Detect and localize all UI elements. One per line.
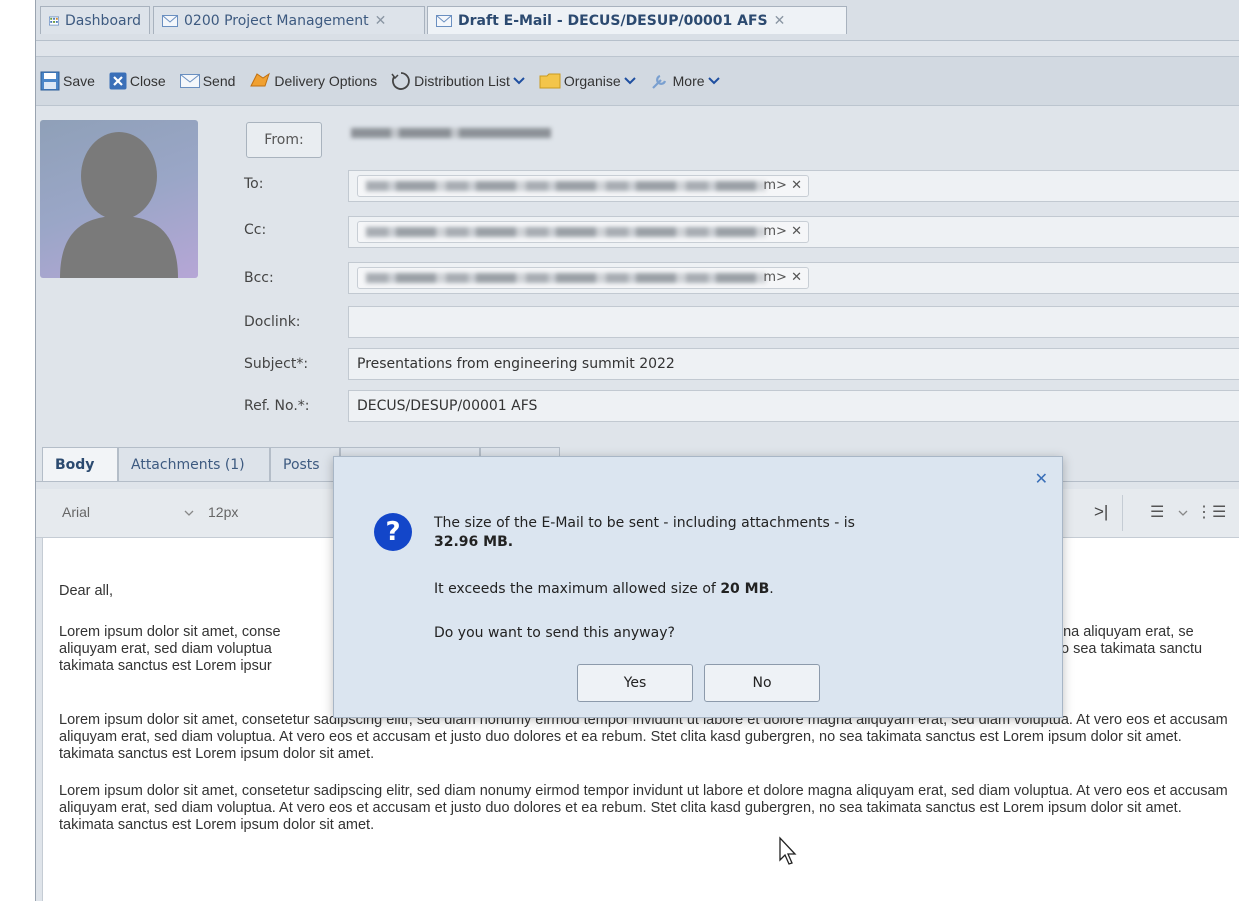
recipient-tail: m> xyxy=(763,270,787,285)
body-text: takimata sanctus est Lorem ipsur xyxy=(59,658,272,674)
delivery-options-icon xyxy=(250,72,271,87)
recipient-tail: m> xyxy=(763,224,787,239)
recipient-chip[interactable]: m> ✕ xyxy=(357,175,809,197)
recipient-redacted xyxy=(366,273,766,283)
dialog-message-line1: The size of the E-Mail to be sent - incl… xyxy=(434,515,855,531)
bullet-list-icon[interactable]: ☰ xyxy=(1150,502,1164,522)
font-family-select[interactable]: Arial xyxy=(62,504,90,520)
indent-icon[interactable]: >| xyxy=(1094,502,1108,522)
toolbar-divider xyxy=(1122,495,1123,531)
subject-label: Subject*: xyxy=(244,356,309,372)
dashboard-icon xyxy=(49,16,60,25)
tab-label: 0200 Project Management xyxy=(184,12,369,29)
ref-no-input[interactable]: DECUS/DESUP/00001 AFS xyxy=(348,390,1239,422)
recipient-redacted xyxy=(366,227,766,237)
tab-label: Draft E-Mail - DECUS/DESUP/00001 AFS xyxy=(458,12,768,29)
close-icon xyxy=(109,72,127,90)
tab-close-icon[interactable]: ✕ xyxy=(774,13,786,29)
floppy-disk-icon xyxy=(40,71,60,91)
chevron-down-icon xyxy=(623,77,636,85)
chip-remove-icon[interactable]: ✕ xyxy=(791,178,802,193)
max-size-value: 20 MB xyxy=(720,581,770,597)
close-button[interactable]: Close xyxy=(109,72,166,90)
tab-label: Dashboard xyxy=(65,12,141,29)
recipient-chip[interactable]: m> ✕ xyxy=(357,267,809,289)
body-text: Lorem ipsum dolor sit amet, conse xyxy=(59,624,281,640)
no-button[interactable]: No xyxy=(704,664,820,702)
yes-button[interactable]: Yes xyxy=(577,664,693,702)
size-warning-dialog: ✕ ? The size of the E-Mail to be sent - … xyxy=(333,456,1063,718)
body-text: takimata sanctus est Lorem ipsum dolor s… xyxy=(59,817,375,833)
tab-close-icon[interactable]: ✕ xyxy=(375,13,387,29)
doclink-label: Doclink: xyxy=(244,314,301,330)
body-text: o sea takimata sanctu xyxy=(1061,641,1203,657)
envelope-icon xyxy=(436,14,452,27)
cc-label: Cc: xyxy=(244,222,267,238)
tab-project-management[interactable]: 0200 Project Management ✕ xyxy=(153,6,425,34)
from-button[interactable]: From: xyxy=(246,122,322,158)
chip-remove-icon[interactable]: ✕ xyxy=(791,270,802,285)
main-toolbar: Save Close Send Delivery Options Distrib… xyxy=(36,56,1239,106)
tab-dashboard[interactable]: Dashboard xyxy=(40,6,150,34)
recipient-chip[interactable]: m> ✕ xyxy=(357,221,809,243)
font-size-select[interactable]: 12px xyxy=(208,504,238,520)
bcc-label: Bcc: xyxy=(244,270,274,286)
mouse-cursor-icon xyxy=(779,836,797,865)
more-dropdown[interactable]: More xyxy=(650,71,720,91)
subject-input[interactable]: Presentations from engineering summit 20… xyxy=(348,348,1239,380)
wrench-icon xyxy=(651,74,666,89)
refresh-circle-icon xyxy=(391,72,410,90)
ref-no-label: Ref. No.*: xyxy=(244,398,310,414)
chevron-down-icon xyxy=(707,77,720,85)
envelope-icon xyxy=(162,14,178,27)
tab-draft-email[interactable]: Draft E-Mail - DECUS/DESUP/00001 AFS ✕ xyxy=(427,6,847,34)
cc-field[interactable]: m> ✕ xyxy=(348,216,1239,248)
doclink-field[interactable] xyxy=(348,306,1239,338)
body-text: takimata sanctus est Lorem ipsum dolor s… xyxy=(59,746,375,762)
tab-bar: Dashboard 0200 Project Management ✕ Draf… xyxy=(36,0,1239,41)
envelope-icon xyxy=(179,74,200,88)
to-field[interactable]: m> ✕ xyxy=(348,170,1239,202)
dialog-message-line2: It exceeds the maximum allowed size of 2… xyxy=(434,581,774,597)
dialog-close-icon[interactable]: ✕ xyxy=(1035,469,1048,488)
chip-remove-icon[interactable]: ✕ xyxy=(791,224,802,239)
sender-avatar xyxy=(40,120,198,278)
numbered-list-icon[interactable]: ⋮☰ xyxy=(1196,502,1226,522)
save-button[interactable]: Save xyxy=(40,71,95,91)
send-button[interactable]: Send xyxy=(179,73,235,89)
person-silhouette-icon xyxy=(60,132,178,278)
body-text: gna aliquyam erat, se xyxy=(1055,624,1194,640)
email-size-value: 32.96 MB xyxy=(434,534,508,550)
chevron-down-icon xyxy=(513,77,525,85)
sender-name-redacted xyxy=(351,128,551,138)
question-icon: ? xyxy=(374,513,412,551)
recipient-tail: m> xyxy=(763,178,787,193)
body-text: aliquyam erat, sed diam voluptua. At ver… xyxy=(59,729,1182,745)
body-text: aliquyam erat, sed diam voluptua. At ver… xyxy=(59,800,1182,816)
delivery-options-button[interactable]: Delivery Options xyxy=(249,72,377,90)
tab-body[interactable]: Body xyxy=(42,447,118,481)
recipient-redacted xyxy=(366,181,766,191)
body-text: Lorem ipsum dolor sit amet, consetetur s… xyxy=(59,783,1228,799)
organise-dropdown[interactable]: Organise xyxy=(539,72,636,90)
tab-posts[interactable]: Posts xyxy=(270,447,340,481)
folder-icon xyxy=(539,73,561,89)
chevron-down-icon[interactable] xyxy=(184,509,194,517)
body-text: aliquyam erat, sed diam voluptua xyxy=(59,641,272,657)
distribution-list-dropdown[interactable]: Distribution List xyxy=(391,71,525,91)
tab-attachments[interactable]: Attachments (1) xyxy=(118,447,270,481)
dialog-question: Do you want to send this anyway? xyxy=(434,625,675,641)
to-label: To: xyxy=(244,176,264,192)
chevron-down-icon[interactable] xyxy=(1178,509,1188,517)
email-app-window: Dashboard 0200 Project Management ✕ Draf… xyxy=(35,0,1239,901)
bcc-field[interactable]: m> ✕ xyxy=(348,262,1239,294)
